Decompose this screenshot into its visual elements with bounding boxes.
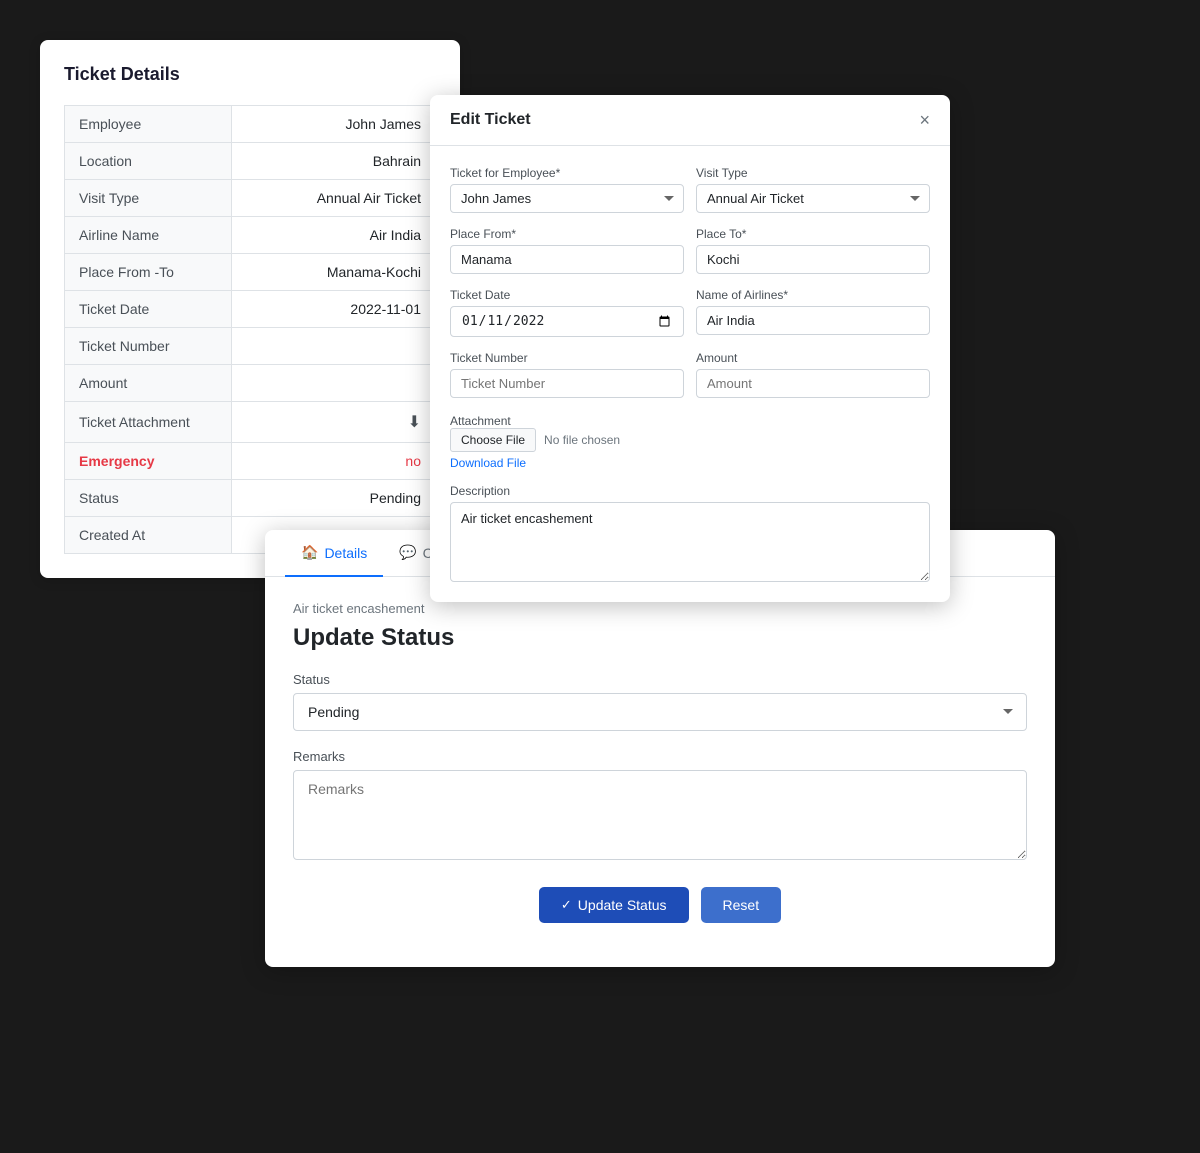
label-ticket-number: Ticket Number: [65, 328, 232, 365]
value-visit-type: Annual Air Ticket: [231, 180, 435, 217]
value-airline-name: Air India: [231, 217, 435, 254]
label-status: Status: [65, 480, 232, 517]
form-group-description: Description Air ticket encashement: [450, 484, 930, 582]
value-place-from-to: Manama-Kochi: [231, 254, 435, 291]
ticket-number-input[interactable]: [450, 369, 684, 398]
edit-ticket-modal: Edit Ticket × Ticket for Employee* John …: [430, 95, 950, 602]
label-place-from: Place From*: [450, 227, 684, 241]
label-place-from-to: Place From -To: [65, 254, 232, 291]
label-location: Location: [65, 143, 232, 180]
label-visit-type: Visit Type: [696, 166, 930, 180]
remarks-textarea[interactable]: [293, 770, 1027, 860]
label-emergency: Emergency: [65, 443, 232, 480]
label-ticket-attachment: Ticket Attachment: [65, 402, 232, 443]
remarks-label: Remarks: [293, 749, 1027, 764]
label-ticket-number-modal: Ticket Number: [450, 351, 684, 365]
choose-file-button[interactable]: Choose File: [450, 428, 536, 452]
label-airline-name: Airline Name: [65, 217, 232, 254]
modal-title: Edit Ticket: [450, 111, 531, 129]
label-name-of-airlines: Name of Airlines*: [696, 288, 930, 302]
details-table: Employee John James Location Bahrain Vis…: [64, 105, 436, 554]
label-place-to: Place To*: [696, 227, 930, 241]
panel-body: Air ticket encashement Update Status Sta…: [265, 577, 1055, 967]
table-row-location: Location Bahrain: [65, 143, 436, 180]
form-group-name-of-airlines: Name of Airlines*: [696, 288, 930, 337]
update-status-label: Update Status: [578, 897, 667, 913]
modal-header: Edit Ticket ×: [430, 95, 950, 146]
value-employee: John James: [231, 106, 435, 143]
attachment-row: Choose File No file chosen: [450, 428, 930, 452]
checkmark-icon: ✓: [561, 897, 572, 913]
description-textarea[interactable]: Air ticket encashement: [450, 502, 930, 582]
ticket-for-employee-select[interactable]: John James: [450, 184, 684, 213]
table-row-visit-type: Visit Type Annual Air Ticket: [65, 180, 436, 217]
table-row-ticket-attachment: Ticket Attachment ⬇: [65, 402, 436, 443]
value-ticket-attachment: ⬇: [231, 402, 435, 443]
table-row-airline-name: Airline Name Air India: [65, 217, 436, 254]
label-ticket-date-modal: Ticket Date: [450, 288, 684, 302]
tab-details-label: Details: [324, 545, 367, 561]
label-employee: Employee: [65, 106, 232, 143]
form-group-ticket-date: Ticket Date: [450, 288, 684, 337]
value-ticket-number: [231, 328, 435, 365]
value-location: Bahrain: [231, 143, 435, 180]
label-amount: Amount: [65, 365, 232, 402]
form-group-place-from: Place From*: [450, 227, 684, 274]
download-icon[interactable]: ⬇: [408, 414, 421, 431]
value-status: Pending: [231, 480, 435, 517]
table-row-amount: Amount: [65, 365, 436, 402]
home-icon: 🏠: [301, 544, 318, 561]
place-to-input[interactable]: [696, 245, 930, 274]
amount-input[interactable]: [696, 369, 930, 398]
attachment-section: Attachment Choose File No file chosen Do…: [450, 412, 930, 470]
label-ticket-date: Ticket Date: [65, 291, 232, 328]
table-row-emergency: Emergency no: [65, 443, 436, 480]
status-select[interactable]: Pending Approved Rejected: [293, 693, 1027, 731]
table-row-ticket-date: Ticket Date 2022-11-01: [65, 291, 436, 328]
name-of-airlines-input[interactable]: [696, 306, 930, 335]
ticket-details-title: Ticket Details: [64, 64, 436, 85]
place-from-input[interactable]: [450, 245, 684, 274]
label-ticket-for-employee: Ticket for Employee*: [450, 166, 684, 180]
form-row-3: Ticket Date Name of Airlines*: [450, 288, 930, 337]
reset-button[interactable]: Reset: [701, 887, 782, 923]
form-group-employee: Ticket for Employee* John James: [450, 166, 684, 213]
form-row-1: Ticket for Employee* John James Visit Ty…: [450, 166, 930, 213]
ticket-details-card: Ticket Details Employee John James Locat…: [40, 40, 460, 578]
value-amount: [231, 365, 435, 402]
value-emergency: no: [231, 443, 435, 480]
download-file-link[interactable]: Download File: [450, 456, 930, 470]
action-buttons: ✓ Update Status Reset: [293, 887, 1027, 943]
comments-icon: 💬: [399, 544, 416, 561]
update-status-button[interactable]: ✓ Update Status: [539, 887, 689, 923]
table-row-place-from-to: Place From -To Manama-Kochi: [65, 254, 436, 291]
form-group-visit-type: Visit Type Annual Air Ticket Emergency T…: [696, 166, 930, 213]
label-description: Description: [450, 484, 930, 498]
form-group-amount: Amount: [696, 351, 930, 398]
status-label: Status: [293, 672, 1027, 687]
label-attachment: Attachment: [450, 414, 511, 428]
form-group-place-to: Place To*: [696, 227, 930, 274]
modal-close-button[interactable]: ×: [919, 111, 930, 129]
no-file-text: No file chosen: [544, 433, 620, 447]
form-row-2: Place From* Place To*: [450, 227, 930, 274]
update-status-title: Update Status: [293, 624, 1027, 652]
modal-body: Ticket for Employee* John James Visit Ty…: [430, 146, 950, 602]
table-row-status: Status Pending: [65, 480, 436, 517]
table-row-employee: Employee John James: [65, 106, 436, 143]
label-amount-modal: Amount: [696, 351, 930, 365]
tab-details[interactable]: 🏠 Details: [285, 530, 383, 577]
ticket-date-input[interactable]: [450, 306, 684, 337]
form-group-ticket-number: Ticket Number: [450, 351, 684, 398]
form-row-4: Ticket Number Amount: [450, 351, 930, 398]
label-visit-type: Visit Type: [65, 180, 232, 217]
description-text: Air ticket encashement: [293, 601, 1027, 616]
visit-type-select[interactable]: Annual Air Ticket Emergency Ticket: [696, 184, 930, 213]
table-row-ticket-number: Ticket Number: [65, 328, 436, 365]
label-created-at: Created At: [65, 517, 232, 554]
value-ticket-date: 2022-11-01: [231, 291, 435, 328]
